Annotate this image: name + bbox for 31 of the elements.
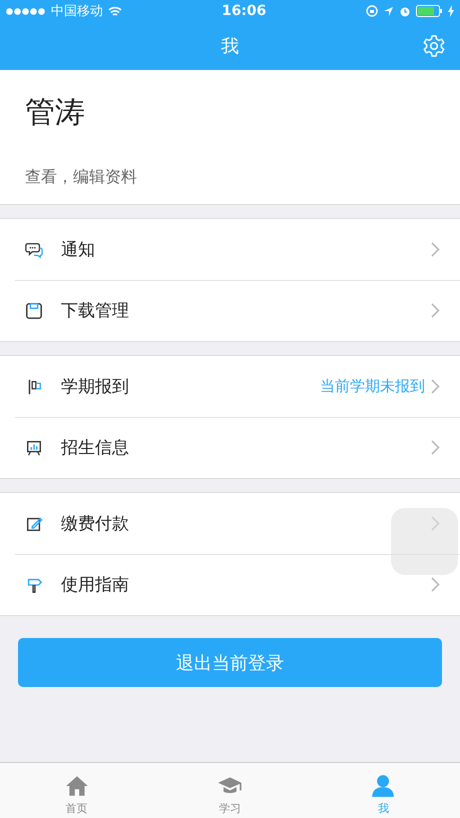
chevron-icon xyxy=(431,516,440,531)
alarm-clock-icon xyxy=(398,5,411,17)
chevron-icon xyxy=(431,379,440,394)
menu-item[interactable]: 招生信息 xyxy=(61,436,431,459)
chevron-icon xyxy=(431,242,440,257)
floating-button[interactable] xyxy=(391,508,458,575)
charging-bolt-icon xyxy=(448,5,454,17)
user-name: 管涛 xyxy=(25,94,86,132)
chat-bubbles-icon xyxy=(25,240,43,258)
menu-item[interactable]: 学期报到 xyxy=(61,375,320,398)
signal-icon xyxy=(6,8,46,14)
chevron-icon xyxy=(431,577,440,592)
menu-item[interactable]: 使用指南 xyxy=(61,573,431,596)
page-title: 我 xyxy=(221,35,239,58)
rotation-lock-icon xyxy=(366,5,378,17)
clock-time: 16:06 xyxy=(222,3,266,19)
presentation-board-icon xyxy=(25,438,43,456)
menu-item[interactable]: 通知 xyxy=(61,238,431,261)
carrier: 中国移动 xyxy=(51,3,103,20)
chevron-icon xyxy=(431,440,440,455)
status-text: 当前学期未报到 xyxy=(320,377,425,396)
person-icon xyxy=(370,773,396,799)
edit-profile-link[interactable]: 查看，编辑资料 xyxy=(25,167,460,188)
menu-item[interactable]: 缴费付款 xyxy=(61,512,431,535)
menu-item[interactable]: 下载管理 xyxy=(61,299,431,322)
chevron-icon xyxy=(431,303,440,318)
wifi-icon xyxy=(108,6,122,16)
settings-icon[interactable] xyxy=(422,34,446,58)
battery-icon xyxy=(416,5,443,17)
pencil-note-icon xyxy=(25,514,43,532)
location-arrow-icon xyxy=(382,6,394,16)
